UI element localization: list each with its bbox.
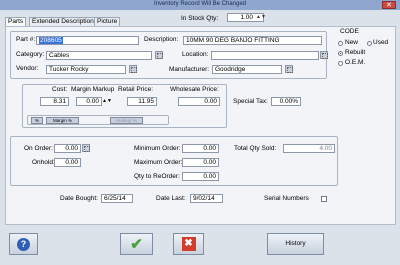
date-bought-label: Date Bought: xyxy=(60,195,98,202)
special-tax-label: Special Tax: xyxy=(233,98,268,105)
in-stock-qty-stepper-icon[interactable]: ▲▼ xyxy=(256,14,266,21)
code-label: CODE xyxy=(340,28,359,35)
manufacturer-label: Manufacturer: xyxy=(169,66,210,73)
on-order-lookup-icon[interactable] xyxy=(82,144,90,152)
wholesale-price-label: Wholesale Price: xyxy=(170,86,219,93)
code-new-radio[interactable] xyxy=(338,41,343,46)
date-bought-field[interactable]: 6/25/14 xyxy=(101,194,133,203)
onhold-field[interactable]: 0.00 xyxy=(54,158,81,167)
tab-picture[interactable]: Picture xyxy=(94,17,121,26)
close-button[interactable]: ✕ xyxy=(382,1,396,9)
location-field[interactable] xyxy=(211,51,319,60)
total-qty-sold-label: Total Qty Sold: xyxy=(234,145,277,152)
manufacturer-field[interactable]: Goodridge xyxy=(212,65,282,74)
ok-button[interactable]: ✔ xyxy=(120,233,153,255)
vendor-field[interactable]: Tucker Rocky xyxy=(46,65,126,74)
x-icon: ✖ xyxy=(181,237,196,251)
special-tax-field[interactable]: 0.00% xyxy=(271,97,301,106)
on-order-field[interactable]: 0.00 xyxy=(54,144,81,153)
code-used-label: Used xyxy=(373,39,389,46)
minimum-order-label: Minimum Order: xyxy=(134,145,181,152)
help-icon: ? xyxy=(17,238,30,251)
margin-percent-button[interactable]: Margin % xyxy=(46,117,79,124)
qty-to-reorder-field[interactable]: 0.00 xyxy=(182,172,219,181)
serial-numbers-label: Serial Numbers xyxy=(264,195,309,202)
date-last-field[interactable]: 9/02/14 xyxy=(190,194,223,203)
code-new-label: New xyxy=(345,39,359,46)
tab-extended-description[interactable]: Extended Description xyxy=(29,17,97,26)
location-lookup-icon[interactable] xyxy=(320,51,328,59)
minimum-order-field[interactable]: 0.00 xyxy=(182,144,219,153)
serial-numbers-checkbox[interactable] xyxy=(321,196,327,202)
markup-percent-button[interactable]: Markup % xyxy=(110,117,143,124)
retail-price-label: Retail Price: xyxy=(118,86,154,93)
part-number-field[interactable]: 208605 xyxy=(36,36,139,45)
code-oem-label: O.E.M. xyxy=(345,59,366,66)
part-number-label: Part #: xyxy=(16,36,36,43)
margin-markup-field[interactable]: 0.00 xyxy=(76,97,102,106)
code-rebuilt-label: Rebuilt xyxy=(345,49,366,56)
onhold-label: Onhold: xyxy=(32,159,55,166)
margin-markup-label: Margin Markup xyxy=(71,86,115,93)
category-label: Category: xyxy=(16,51,45,58)
code-rebuilt-radio[interactable] xyxy=(338,51,343,56)
margin-stepper-icon[interactable]: ▲▼ xyxy=(102,97,112,105)
maximum-order-label: Maximum Order: xyxy=(134,159,183,166)
maximum-order-field[interactable]: 0.00 xyxy=(182,158,219,167)
inventory-window: Inventory Record Will Be Changed ✕ In St… xyxy=(0,0,400,265)
location-label: Location: xyxy=(182,51,209,58)
vendor-label: Vendor: xyxy=(16,65,39,72)
part-number-value: 208605 xyxy=(39,37,63,44)
history-button[interactable]: History xyxy=(267,233,324,255)
date-last-label: Date Last: xyxy=(156,195,186,202)
checkmark-icon: ✔ xyxy=(130,236,143,253)
category-field[interactable]: Cables xyxy=(46,51,152,60)
description-field[interactable]: 10MM 90 DEG BANJO FITTING xyxy=(183,36,322,45)
percent-button[interactable]: % xyxy=(31,117,43,124)
category-lookup-icon[interactable] xyxy=(155,51,163,59)
retail-price-field[interactable]: 11.95 xyxy=(127,97,157,106)
cost-field[interactable]: 8.31 xyxy=(40,97,69,106)
in-stock-qty-label: In Stock Qty: xyxy=(181,15,219,22)
code-oem-radio[interactable] xyxy=(338,61,343,66)
code-used-radio[interactable] xyxy=(367,41,372,46)
total-qty-sold-field: 4.00 xyxy=(283,144,335,153)
cost-label: Cost: xyxy=(52,86,68,93)
title-bar: Inventory Record Will Be Changed ✕ xyxy=(0,0,400,10)
on-order-label: On Order: xyxy=(24,145,53,152)
qty-to-reorder-label: Qty to ReOrder: xyxy=(134,173,180,180)
wholesale-price-field[interactable]: 0.00 xyxy=(178,97,220,106)
window-title: Inventory Record Will Be Changed xyxy=(153,1,247,7)
manufacturer-lookup-icon[interactable] xyxy=(285,65,293,73)
vendor-lookup-icon[interactable] xyxy=(129,65,137,73)
description-label: Description: xyxy=(144,36,179,43)
help-button[interactable]: ? xyxy=(9,233,38,255)
cancel-button[interactable]: ✖ xyxy=(173,233,204,255)
